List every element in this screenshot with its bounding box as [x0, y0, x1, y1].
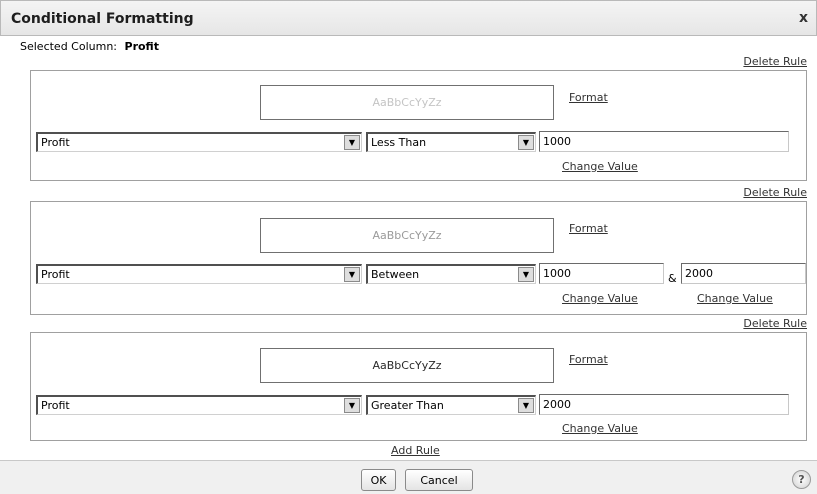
rule-panel-1: AaBbCcYyZz Format Profit ▼ Less Than ▼ C…	[30, 70, 807, 181]
selected-column-value: Profit	[124, 40, 159, 53]
add-rule-link[interactable]: Add Rule	[391, 444, 440, 457]
chevron-down-icon: ▼	[518, 267, 534, 282]
chevron-down-icon: ▼	[518, 398, 534, 413]
operator-select-1[interactable]: Less Than ▼	[366, 132, 536, 152]
change-value-link-2b[interactable]: Change Value	[697, 292, 773, 305]
column-select-value: Profit	[41, 268, 70, 281]
close-icon[interactable]: x	[799, 10, 808, 26]
format-link-3[interactable]: Format	[569, 353, 608, 366]
column-select-3[interactable]: Profit ▼	[36, 395, 362, 415]
column-select-value: Profit	[41, 399, 70, 412]
ok-button[interactable]: OK	[361, 469, 396, 491]
value-input-2a[interactable]	[539, 263, 664, 284]
column-select-value: Profit	[41, 136, 70, 149]
format-link-2[interactable]: Format	[569, 222, 608, 235]
operator-select-3[interactable]: Greater Than ▼	[366, 395, 536, 415]
column-select-2[interactable]: Profit ▼	[36, 264, 362, 284]
format-preview-3: AaBbCcYyZz	[260, 348, 554, 383]
dialog-titlebar: Conditional Formatting x	[0, 0, 817, 36]
dialog-title: Conditional Formatting	[11, 11, 194, 27]
operator-select-value: Greater Than	[371, 399, 444, 412]
format-link-1[interactable]: Format	[569, 91, 608, 104]
operator-select-2[interactable]: Between ▼	[366, 264, 536, 284]
chevron-down-icon: ▼	[344, 135, 360, 150]
change-value-link-1[interactable]: Change Value	[562, 160, 638, 173]
value-input-2b[interactable]	[681, 263, 806, 284]
value-input-3[interactable]	[539, 394, 789, 415]
and-separator: &	[668, 272, 677, 285]
change-value-link-3[interactable]: Change Value	[562, 422, 638, 435]
rule-panel-3: AaBbCcYyZz Format Profit ▼ Greater Than …	[30, 332, 807, 441]
delete-rule-link-2[interactable]: Delete Rule	[743, 186, 807, 199]
delete-rule-link-3[interactable]: Delete Rule	[743, 317, 807, 330]
help-icon[interactable]: ?	[792, 470, 811, 489]
format-preview-2: AaBbCcYyZz	[260, 218, 554, 253]
value-input-1[interactable]	[539, 131, 789, 152]
chevron-down-icon: ▼	[518, 135, 534, 150]
chevron-down-icon: ▼	[344, 267, 360, 282]
delete-rule-link-1[interactable]: Delete Rule	[743, 55, 807, 68]
rule-panel-2: AaBbCcYyZz Format Profit ▼ Between ▼ & C…	[30, 201, 807, 315]
operator-select-value: Between	[371, 268, 420, 281]
selected-column: Selected Column: Profit	[20, 40, 159, 53]
selected-column-label: Selected Column:	[20, 40, 118, 53]
format-preview-1: AaBbCcYyZz	[260, 85, 554, 120]
change-value-link-2a[interactable]: Change Value	[562, 292, 638, 305]
operator-select-value: Less Than	[371, 136, 427, 149]
chevron-down-icon: ▼	[344, 398, 360, 413]
column-select-1[interactable]: Profit ▼	[36, 132, 362, 152]
cancel-button[interactable]: Cancel	[405, 469, 473, 491]
